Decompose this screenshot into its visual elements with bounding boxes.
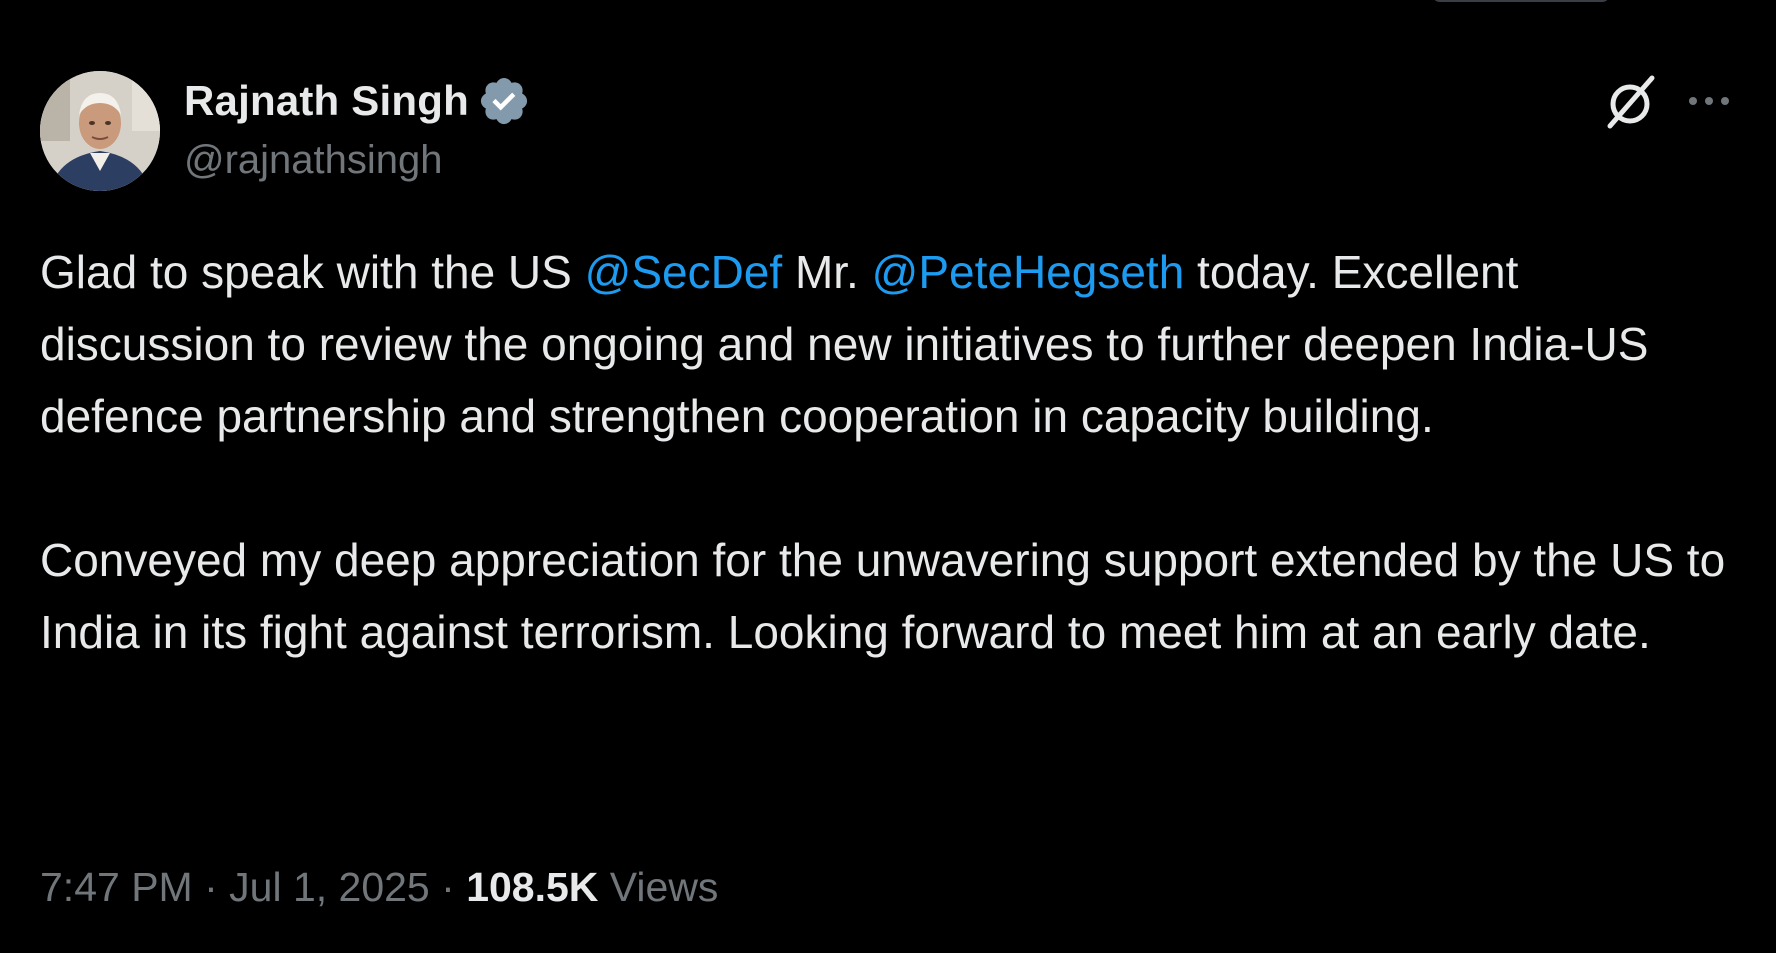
tweet-text-segment: Glad to speak with the US [40,246,585,298]
tweet-time[interactable]: 7:47 PM [40,864,193,910]
meta-separator: · [429,864,467,910]
more-icon[interactable] [1684,86,1734,116]
avatar-image [40,71,160,191]
grok-icon[interactable] [1596,68,1664,136]
author-display-name[interactable]: Rajnath Singh [184,77,469,125]
author-handle[interactable]: @rajnathsingh [184,138,443,183]
author-name-row: Rajnath Singh [184,74,531,128]
tweet-paragraph: Conveyed my deep appreciation for the un… [40,534,1726,658]
mention-link-secdef[interactable]: @SecDef [585,246,783,298]
views-label: Views [598,864,719,910]
tweet-text: Glad to speak with the US @SecDef Mr. @P… [40,236,1740,668]
meta-separator: · [192,864,230,910]
tweet-text-segment: Mr. [782,246,872,298]
tweet: Rajnath Singh @rajnathsingh Glad to spea… [0,0,1776,953]
avatar[interactable] [40,71,160,191]
tweet-paragraph: Glad to speak with the US @SecDef Mr. @P… [40,236,1740,452]
mention-link-petehegseth[interactable]: @PeteHegseth [872,246,1185,298]
verified-badge-icon[interactable] [477,74,531,128]
views-count[interactable]: 108.5K [466,864,598,910]
tweet-meta: 7:47 PM · Jul 1, 2025 · 108.5K Views [40,864,718,911]
tweet-date[interactable]: Jul 1, 2025 [229,864,430,910]
